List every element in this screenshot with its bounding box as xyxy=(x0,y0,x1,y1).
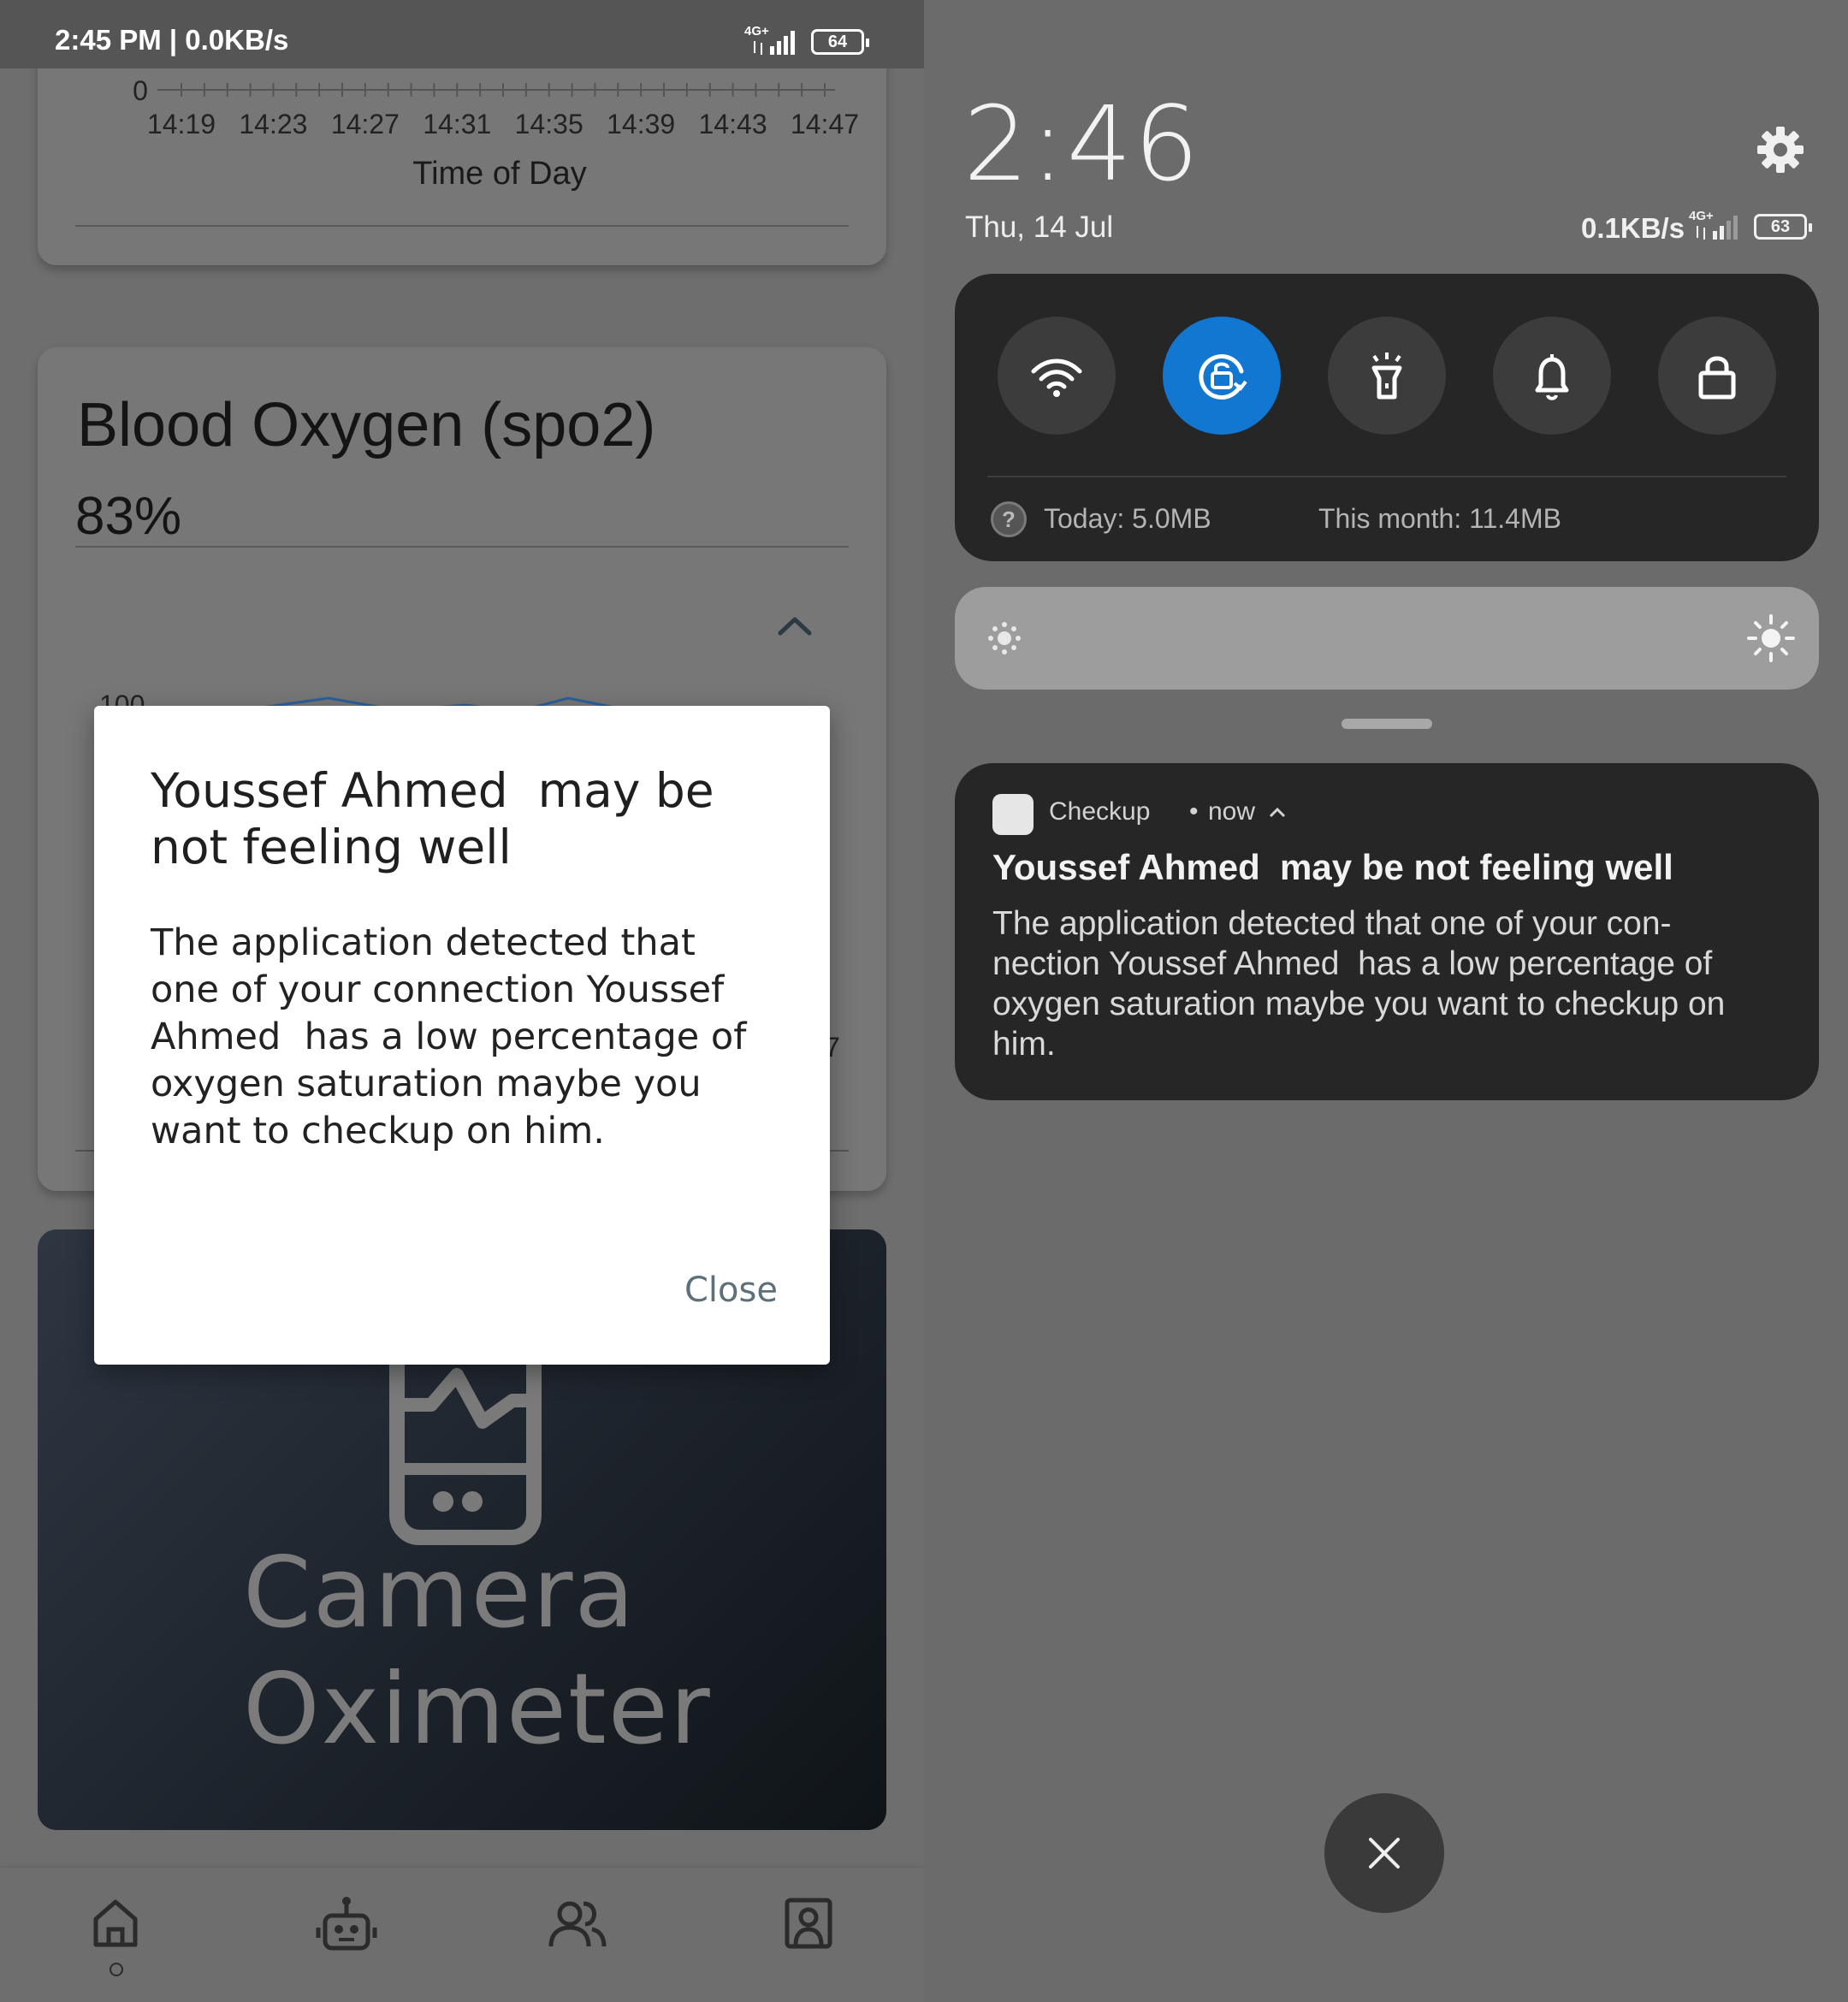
data-usage-month: This month: 11.4MB xyxy=(1318,503,1561,534)
oximeter-icon xyxy=(389,1341,542,1545)
notification-time: now xyxy=(1208,797,1256,826)
spo2-value: 83% xyxy=(75,487,182,546)
alert-dialog: Youssef Ahmed may be not feeling well Th… xyxy=(94,706,830,1365)
notification-body: The application detected that one of you… xyxy=(992,905,1726,1063)
notification-shade: 2:46 Thu, 14 Jul 0.1KB/s 4G+ 63 ? Today:… xyxy=(924,0,1848,2002)
dialog-message: The application detected that one of you… xyxy=(151,921,747,1152)
status-bar: 2:45 PM | 0.0KB/s 4G+ 64 xyxy=(0,0,924,68)
battery-indicator: 64 xyxy=(811,29,869,55)
wifi-toggle[interactable] xyxy=(998,317,1116,435)
x-tick-label: 14:19 xyxy=(147,109,216,139)
brightness-slider[interactable] xyxy=(955,587,1819,690)
x-tick-label: 14:23 xyxy=(239,109,307,139)
profile-icon[interactable] xyxy=(770,1885,847,1962)
flashlight-toggle[interactable] xyxy=(1328,317,1446,435)
flashlight-icon xyxy=(1371,352,1402,400)
bell-icon xyxy=(1535,354,1569,400)
card-title: Oximeter xyxy=(243,1652,712,1766)
x-tick-label: 14:35 xyxy=(515,109,583,139)
app-screen: 0 14:19 14:23 14:27 14:31 14:35 14:39 14:43 14:4… xyxy=(0,0,924,2002)
signal-icon xyxy=(754,31,795,55)
network-speed: 0.1KB/s xyxy=(1581,212,1685,244)
notification-title: Youssef Ahmed may be not feeling well xyxy=(992,847,1673,887)
x-axis-label: Time of Day xyxy=(412,156,586,192)
y-tick-label: 0 xyxy=(133,75,148,106)
x-tick-label: 14:47 xyxy=(791,109,859,139)
people-icon[interactable] xyxy=(539,1885,616,1962)
brightness-high-icon xyxy=(1747,614,1795,662)
x-tick-label: 14:43 xyxy=(699,109,767,139)
close-icon xyxy=(1369,1838,1400,1869)
signal-icon xyxy=(1697,216,1738,240)
card-title: Camera xyxy=(243,1536,637,1650)
lock-icon xyxy=(1698,356,1736,400)
gear-icon[interactable] xyxy=(1756,125,1805,175)
card-title: Blood Oxygen (spo2) xyxy=(77,391,656,459)
date: Thu, 14 Jul xyxy=(965,210,1114,244)
status-time-speed: 2:45 PM | 0.0KB/s xyxy=(55,24,289,56)
drag-handle[interactable] xyxy=(1342,719,1432,729)
divider xyxy=(987,476,1786,477)
wifi-icon xyxy=(1031,358,1082,397)
close-button[interactable]: Close xyxy=(684,1270,778,1310)
notification-card[interactable]: Checkup • now Youssef Ahmed may be not f… xyxy=(955,763,1819,1100)
dialog-title: Youssef Ahmed may be not feeling well xyxy=(151,763,714,874)
divider xyxy=(75,546,849,548)
chevron-up-icon[interactable] xyxy=(765,604,825,647)
separator: • xyxy=(1189,797,1199,826)
chevron-up-icon[interactable] xyxy=(1266,803,1288,821)
x-tick-label: 14:27 xyxy=(331,109,400,139)
rotation-lock-icon xyxy=(1199,354,1247,400)
x-tick-label: 14:31 xyxy=(423,109,491,139)
clear-all-button[interactable] xyxy=(1324,1793,1444,1913)
lock-screen-toggle[interactable] xyxy=(1658,317,1776,435)
app-icon xyxy=(992,794,1034,835)
robot-icon[interactable] xyxy=(308,1885,385,1962)
clock: 2:46 xyxy=(963,86,1201,204)
help-icon[interactable]: ? xyxy=(991,501,1027,537)
data-usage-today: Today: 5.0MB xyxy=(1044,503,1211,534)
x-tick-label: 14:39 xyxy=(607,109,675,139)
active-indicator xyxy=(110,1963,123,1976)
brightness-low-icon xyxy=(988,622,1021,654)
bottom-nav xyxy=(0,1868,924,2002)
quick-settings-panel: ? Today: 5.0MB This month: 11.4MB xyxy=(955,274,1819,561)
notification-sound-toggle[interactable] xyxy=(1493,317,1611,435)
auto-rotate-toggle[interactable] xyxy=(1163,317,1281,435)
chart-axis-group: 014:19 14:23 14:27 14:31 14:35 14:39 14:43 14:4… xyxy=(75,75,859,227)
notification-app-name: Checkup xyxy=(1049,797,1151,826)
home-icon[interactable] xyxy=(77,1885,154,1962)
battery-indicator: 63 xyxy=(1754,214,1812,240)
